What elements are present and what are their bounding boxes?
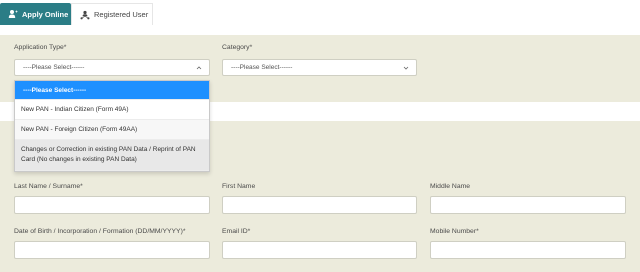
application-type-label: Application Type* bbox=[14, 44, 67, 51]
dropdown-option-label: New PAN - Foreign Citizen (Form 49AA) bbox=[21, 126, 138, 133]
dropdown-option-label: ----Please Select------ bbox=[23, 86, 87, 94]
user-plus-icon bbox=[8, 10, 18, 18]
tab-apply-online[interactable]: Apply Online bbox=[0, 3, 71, 25]
dropdown-option-label: New PAN - Indian Citizen (Form 49A) bbox=[21, 106, 129, 113]
email-input[interactable] bbox=[222, 241, 417, 259]
first-name-input[interactable] bbox=[222, 196, 417, 214]
category-value: ----Please Select------ bbox=[231, 64, 293, 71]
dropdown-option[interactable]: New PAN - Indian Citizen (Form 49A) bbox=[15, 100, 209, 120]
application-type-select[interactable]: ----Please Select------ bbox=[14, 59, 210, 76]
tab-apply-online-label: Apply Online bbox=[22, 9, 69, 19]
dob-label: Date of Birth / Incorporation / Formatio… bbox=[14, 228, 186, 235]
mobile-input[interactable] bbox=[430, 241, 626, 259]
middle-name-label: Middle Name bbox=[430, 183, 471, 190]
dropdown-option[interactable]: New PAN - Foreign Citizen (Form 49AA) bbox=[15, 120, 209, 140]
dropdown-option[interactable]: Changes or Correction in existing PAN Da… bbox=[15, 140, 209, 171]
dropdown-option-label: Changes or Correction in existing PAN Da… bbox=[21, 146, 196, 163]
dropdown-option[interactable]: ----Please Select------ bbox=[15, 81, 209, 100]
middle-name-input[interactable] bbox=[430, 196, 626, 214]
chevron-up-icon bbox=[196, 66, 202, 70]
category-select[interactable]: ----Please Select------ bbox=[222, 59, 417, 76]
last-name-label: Last Name / Surname* bbox=[14, 183, 83, 190]
application-type-dropdown: ----Please Select------ New PAN - Indian… bbox=[14, 80, 210, 172]
application-type-value: ----Please Select------ bbox=[23, 64, 85, 71]
mobile-label: Mobile Number* bbox=[430, 228, 479, 235]
user-network-icon bbox=[80, 10, 90, 19]
chevron-down-icon bbox=[403, 66, 409, 70]
tab-registered-user[interactable]: Registered User bbox=[71, 3, 153, 25]
tab-registered-user-label: Registered User bbox=[94, 10, 149, 19]
last-name-input[interactable] bbox=[14, 196, 210, 214]
dob-input[interactable] bbox=[14, 241, 210, 259]
tab-bar: Apply Online Registered User bbox=[0, 0, 640, 25]
first-name-label: First Name bbox=[222, 183, 256, 190]
category-label: Category* bbox=[222, 44, 253, 51]
email-label: Email ID* bbox=[222, 228, 251, 235]
